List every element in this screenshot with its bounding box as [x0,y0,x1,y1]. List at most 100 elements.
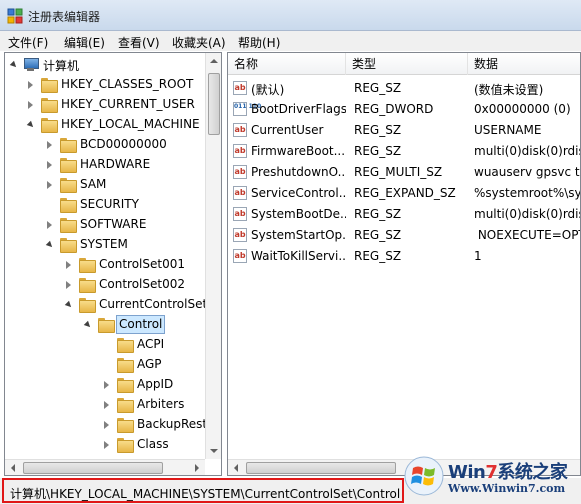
computer-icon [23,58,39,71]
expand-arrow-icon[interactable] [45,240,55,250]
folder-icon [41,98,58,113]
value-row[interactable]: ab SystemBootDe... REG_SZ multi(0)disk(0… [228,204,581,225]
registry-tree[interactable]: 计算机 HKEY_CLASSES_ROOT HKEY_CURRENT_USER … [4,52,222,476]
scroll-left-icon[interactable] [11,464,15,472]
value-data: NOEXECUTE=OPT [474,228,581,242]
string-value-icon: ab [233,123,247,137]
value-type: REG_DWORD [354,102,434,116]
brand-seven: 7 [485,462,498,483]
value-row[interactable]: ab (默认) REG_SZ (数值未设置) [228,78,580,99]
tree-vertical-scrollbar[interactable] [205,53,221,459]
menu-edit[interactable]: 编辑(E) [64,34,105,51]
collapse-arrow-icon[interactable] [104,441,109,449]
tree-item-label: Arbiters [137,397,185,411]
value-row[interactable]: ab SystemStartOp... REG_SZ NOEXECUTE=OPT [228,225,581,246]
tree-item-label: Control [116,315,166,334]
value-name: PreshutdownO... [251,165,346,179]
string-value-icon: ab [233,165,247,179]
brand-part: 系统之家 [497,462,568,483]
string-value-icon: ab [233,207,247,221]
tree-item-label: CurrentControlSet [99,297,208,311]
value-row[interactable]: ab ServiceControl... REG_EXPAND_SZ %syst… [228,183,580,204]
tree-item-label: HARDWARE [80,157,151,171]
value-data: 0x00000000 (0) [474,102,571,116]
folder-icon [79,298,96,313]
column-header-data[interactable]: 数据 [468,53,580,75]
tree-item-label: SAM [80,177,107,191]
value-name: ServiceControl... [251,186,346,200]
value-row[interactable]: ab CurrentUser REG_SZ USERNAME [228,120,580,141]
string-value-icon: ab [233,228,247,242]
tree-item-label: SECURITY [80,197,139,211]
value-row[interactable]: ab WaitToKillServi... REG_SZ 1 [228,246,580,267]
collapse-arrow-icon[interactable] [47,141,52,149]
tree-item-label: ControlSet002 [99,277,185,291]
tree-item-label: HKEY_CURRENT_USER [61,97,195,111]
folder-icon [60,198,77,213]
brand-part: Win [448,462,486,483]
string-value-icon: ab [233,186,247,200]
tree-horizontal-scrollbar[interactable] [5,459,205,475]
values-list[interactable]: 名称 类型 数据 ab (默认) REG_SZ (数值未设置) 011 110 … [227,52,581,476]
value-data: multi(0)disk(0)rdisk [474,144,581,158]
collapse-arrow-icon[interactable] [28,101,33,109]
collapse-arrow-icon[interactable] [104,381,109,389]
column-header-name[interactable]: 名称 [228,53,346,75]
menu-file[interactable]: 文件(F) [8,34,48,51]
folder-icon [117,438,134,453]
scroll-thumb[interactable] [208,73,220,135]
collapse-arrow-icon[interactable] [47,221,52,229]
string-value-icon: ab [233,81,247,95]
value-type: REG_SZ [354,81,402,95]
value-data: multi(0)disk(0)rdisk [474,207,581,221]
value-name: (默认) [251,83,285,97]
tree-item-label: SOFTWARE [80,217,147,231]
scroll-thumb[interactable] [246,462,396,474]
folder-icon [60,178,77,193]
tree-item-label: HKEY_CLASSES_ROOT [61,77,194,91]
folder-icon [79,258,96,273]
menu-bar: 文件(F) 编辑(E) 查看(V) 收藏夹(A) 帮助(H) [0,31,581,51]
value-row[interactable]: ab PreshutdownO... REG_MULTI_SZ wuauserv… [228,162,580,183]
value-row[interactable]: 011 110 BootDriverFlags REG_DWORD 0x0000… [228,99,580,120]
tree-item-label: Class [137,437,169,451]
expand-arrow-icon[interactable] [64,300,74,310]
value-row[interactable]: ab FirmwareBoot... REG_SZ multi(0)disk(0… [228,141,581,162]
folder-icon [117,398,134,413]
value-type: REG_SZ [354,123,402,137]
scroll-left-icon[interactable] [234,464,238,472]
collapse-arrow-icon[interactable] [28,81,33,89]
scroll-thumb[interactable] [23,462,163,474]
expand-arrow-icon[interactable] [83,320,93,330]
collapse-arrow-icon[interactable] [104,401,109,409]
scroll-up-icon[interactable] [210,59,218,63]
value-name: FirmwareBoot... [251,144,346,158]
collapse-arrow-icon[interactable] [66,261,71,269]
value-name: WaitToKillServi... [251,249,346,263]
column-header-type[interactable]: 类型 [346,53,468,75]
watermark-site: Www.Winwin7.com [448,482,566,495]
scroll-right-icon[interactable] [195,464,199,472]
folder-icon [60,158,77,173]
collapse-arrow-icon[interactable] [66,281,71,289]
collapse-arrow-icon[interactable] [47,181,52,189]
tree-item-label: AGP [137,357,162,371]
menu-help[interactable]: 帮助(H) [238,34,280,51]
string-value-icon: ab [233,144,247,158]
tree-item-label: HKEY_LOCAL_MACHINE [61,117,200,131]
binary-value-icon: 011 110 [233,102,261,116]
registry-editor-icon [7,8,23,24]
expand-arrow-icon[interactable] [9,60,19,70]
menu-favorites[interactable]: 收藏夹(A) [172,34,226,51]
expand-arrow-icon[interactable] [26,120,36,130]
value-type: REG_SZ [354,207,402,221]
list-header: 名称 类型 数据 [228,53,580,75]
value-name: SystemStartOp... [251,228,346,242]
folder-icon [60,138,77,153]
scroll-down-icon[interactable] [210,449,218,453]
collapse-arrow-icon[interactable] [104,421,109,429]
collapse-arrow-icon[interactable] [47,161,52,169]
string-value-icon: ab [233,249,247,263]
menu-view[interactable]: 查看(V) [118,34,160,51]
watermark-brand: Win7系统之家 [448,458,568,484]
